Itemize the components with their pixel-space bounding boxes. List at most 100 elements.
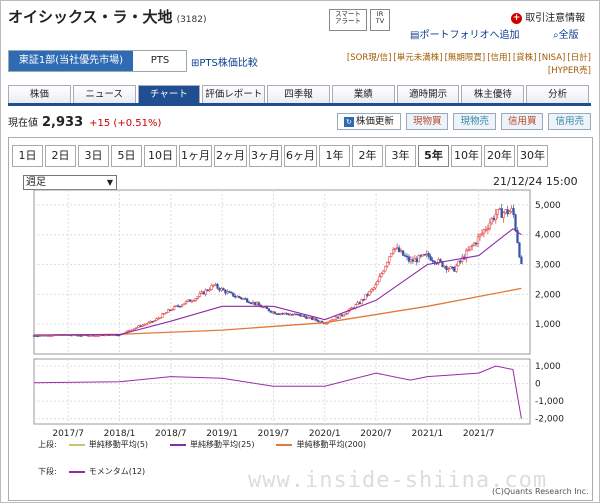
candle-body xyxy=(216,284,219,289)
candle-body xyxy=(141,324,144,327)
candle-body xyxy=(484,229,488,231)
candle-body xyxy=(170,309,174,311)
candle-body xyxy=(366,294,369,296)
momentum-tick-label: 1,000 xyxy=(535,362,561,372)
candle-body xyxy=(478,234,482,238)
legend-momentum: モメンタム(12) xyxy=(68,466,146,477)
candle-body xyxy=(137,325,140,328)
candle-body xyxy=(411,259,415,262)
candle-body xyxy=(184,301,188,305)
candle-body xyxy=(149,321,152,323)
candle-body xyxy=(273,311,276,314)
candle-body xyxy=(133,328,136,330)
candle-body xyxy=(196,296,199,299)
candle-body xyxy=(269,310,272,313)
candle-body xyxy=(378,276,381,282)
candle-body xyxy=(506,209,509,215)
candle-body xyxy=(305,316,308,319)
candle-body xyxy=(455,265,458,272)
candle-body xyxy=(482,229,486,234)
candle-body xyxy=(399,250,403,253)
copyright: (C)Quants Research Inc. xyxy=(492,487,589,496)
candle-body xyxy=(129,329,132,332)
candle-body xyxy=(151,321,154,323)
candle-body xyxy=(96,335,99,337)
candle-body xyxy=(88,335,91,338)
candle-body xyxy=(494,213,497,221)
candle-body xyxy=(245,298,249,303)
candle-body xyxy=(419,255,422,257)
candle-body xyxy=(281,313,284,315)
candle-body xyxy=(344,313,347,316)
momentum-tick-label: -2,000 xyxy=(535,415,564,425)
candle-body xyxy=(161,313,164,319)
candle-body xyxy=(356,302,359,305)
candle-body xyxy=(249,302,253,305)
candle-body xyxy=(222,288,225,291)
candle-body xyxy=(147,322,150,325)
candle-body xyxy=(490,217,493,224)
candle-body xyxy=(388,256,391,263)
candle-body xyxy=(188,299,192,302)
candle-body xyxy=(340,314,344,317)
candle-body xyxy=(376,281,379,286)
candle-body xyxy=(295,313,298,316)
candle-body xyxy=(380,273,383,277)
candle-body xyxy=(472,242,476,246)
candle-body xyxy=(117,334,121,337)
candle-body xyxy=(176,305,180,307)
candle-body xyxy=(261,306,265,309)
candle-body xyxy=(135,327,138,329)
candle-body xyxy=(474,242,478,245)
candle-body xyxy=(393,248,397,250)
candle-body xyxy=(492,217,495,221)
candle-body xyxy=(390,253,393,257)
price-tick-label: 5,000 xyxy=(535,201,561,211)
price-tick-label: 4,000 xyxy=(535,231,561,241)
candle-body xyxy=(226,291,229,294)
candle-body xyxy=(382,270,385,274)
candle-body xyxy=(279,313,282,315)
candle-body xyxy=(277,313,280,315)
candle-body xyxy=(198,293,201,297)
candle-body xyxy=(332,319,336,321)
candle-body xyxy=(275,313,278,315)
candle-body xyxy=(289,314,292,316)
candle-body xyxy=(224,289,227,294)
candle-body xyxy=(186,299,190,302)
candle-body xyxy=(362,299,365,301)
candle-body xyxy=(397,247,401,253)
candle-body xyxy=(350,307,353,310)
legend-upper: 上段: 単純移動平均(5) 単純移動平均(25) 単純移動平均(200) xyxy=(38,439,388,450)
candle-body xyxy=(520,256,523,264)
legend-upper-label: 上段: xyxy=(38,440,57,449)
candle-body xyxy=(190,300,194,303)
legend-momentum-label: モメンタム(12) xyxy=(88,467,146,476)
candle-body xyxy=(214,284,217,286)
candle-body xyxy=(253,301,257,306)
candle-body xyxy=(208,289,211,291)
candle-body xyxy=(210,285,213,290)
candle-body xyxy=(467,249,470,252)
candle-body xyxy=(500,208,503,218)
candle-body xyxy=(307,317,310,319)
candle-body xyxy=(267,308,270,312)
legend-ma5: 単純移動平均(5) xyxy=(68,439,148,450)
candle-body xyxy=(236,295,239,298)
candle-body xyxy=(172,306,176,310)
legend-swatch xyxy=(68,470,85,473)
candle-body xyxy=(427,253,430,257)
candle-body xyxy=(384,265,387,272)
legend-lower: 下段: モメンタム(12) xyxy=(38,466,167,477)
legend-ma200-label: 単純移動平均(200) xyxy=(296,440,366,449)
candle-body xyxy=(174,305,178,307)
price-plot-area xyxy=(33,189,531,355)
candle-body xyxy=(283,312,286,315)
candle-body xyxy=(218,287,221,291)
candle-body xyxy=(488,222,492,229)
candle-body xyxy=(159,317,162,320)
candle-body xyxy=(263,306,267,309)
legend-swatch xyxy=(68,443,85,446)
candle-body xyxy=(202,291,205,295)
candle-body xyxy=(425,253,428,255)
